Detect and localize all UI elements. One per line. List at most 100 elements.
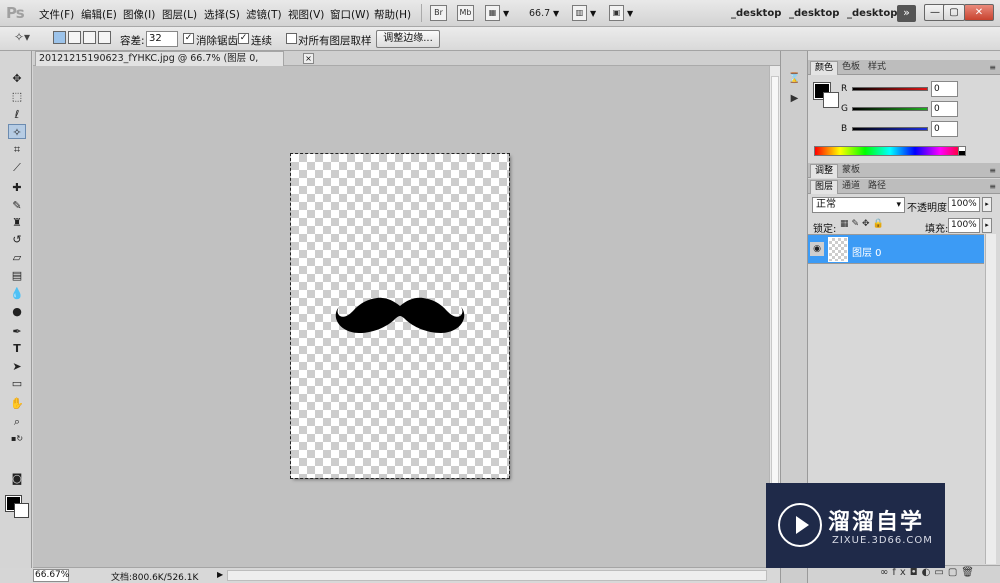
add-selection-icon[interactable] (68, 31, 81, 44)
gradient-tool-icon[interactable]: ▤ (8, 268, 26, 283)
shape-tool-icon[interactable]: ▭ (8, 376, 26, 391)
channel-r-slider[interactable] (852, 87, 928, 91)
intersect-selection-icon[interactable] (98, 31, 111, 44)
channel-b-input[interactable]: 0 (931, 121, 958, 137)
channel-g-slider[interactable] (852, 107, 928, 111)
layer-name[interactable]: 图层 0 (852, 244, 882, 259)
background-color-swatch[interactable] (14, 503, 29, 518)
adjustments-panel-tabs: 调整 蒙板 ≡ (808, 163, 1000, 178)
crop-tool-icon[interactable]: ⌗ (8, 142, 26, 157)
pen-tool-icon[interactable]: ✒ (8, 324, 26, 339)
tab-masks[interactable]: 蒙板 (838, 164, 864, 178)
blend-mode-select[interactable]: 正常 (812, 197, 905, 213)
close-document-icon[interactable]: × (303, 53, 314, 64)
fill-input[interactable]: 100% (948, 218, 980, 233)
contiguous-checkbox[interactable]: ✓ (238, 33, 249, 44)
status-menu-arrow-icon[interactable]: ▶ (217, 570, 223, 579)
chevron-down-icon[interactable]: ▼ (627, 9, 633, 18)
opacity-arrow-icon[interactable]: ▸ (982, 197, 992, 212)
layers-scrollbar[interactable] (985, 234, 996, 564)
tab-swatches[interactable]: 色板 (838, 61, 864, 75)
menu-image[interactable]: 图像(I) (123, 7, 155, 22)
opacity-input[interactable]: 100% (948, 197, 980, 212)
type-tool-icon[interactable]: T (8, 341, 26, 356)
blur-tool-icon[interactable]: 💧 (8, 286, 26, 301)
swap-colors-icon[interactable]: ▪↻ (8, 431, 26, 446)
close-button[interactable]: ✕ (964, 4, 994, 21)
magic-wand-tool-icon[interactable]: ✧ (8, 124, 26, 139)
new-selection-icon[interactable] (53, 31, 66, 44)
quick-mask-icon[interactable]: ◙ (8, 471, 26, 486)
eyedropper-tool-icon[interactable]: ⟋ (8, 160, 26, 175)
menu-help[interactable]: 帮助(H) (374, 7, 411, 22)
document-canvas[interactable] (290, 153, 510, 479)
status-zoom-input[interactable]: 66.67% (33, 569, 69, 582)
workspace-3[interactable]: _desktop (847, 8, 897, 19)
magic-wand-icon[interactable]: ✧▾ (14, 30, 40, 48)
more-workspaces-button[interactable]: » (897, 5, 916, 22)
move-tool-icon[interactable]: ✥ (8, 71, 26, 86)
panel-menu-icon[interactable]: ≡ (989, 63, 996, 72)
eraser-tool-icon[interactable]: ▱ (8, 250, 26, 265)
channel-g-input[interactable]: 0 (931, 101, 958, 117)
menu-edit[interactable]: 编辑(E) (81, 7, 117, 22)
subtract-selection-icon[interactable] (83, 31, 96, 44)
menu-view[interactable]: 视图(V) (288, 7, 324, 22)
eye-icon[interactable]: ◉ (810, 242, 824, 256)
menu-window[interactable]: 窗口(W) (330, 7, 370, 22)
fill-arrow-icon[interactable]: ▸ (982, 218, 992, 233)
history-brush-tool-icon[interactable]: ↺ (8, 232, 26, 247)
antialias-checkbox[interactable]: ✓ (183, 33, 194, 44)
layer-row[interactable]: ◉ 图层 0 (808, 234, 984, 264)
canvas-workarea[interactable] (33, 66, 769, 567)
tab-adjustments[interactable]: 调整 (810, 164, 839, 178)
lock-icons[interactable]: ▦✎✥🔒 (840, 219, 887, 229)
dodge-tool-icon[interactable]: ● (8, 304, 26, 319)
clone-stamp-tool-icon[interactable]: ♜ (8, 215, 26, 230)
chevron-down-icon[interactable]: ▼ (553, 9, 559, 18)
chevron-down-icon[interactable]: ▼ (503, 9, 509, 18)
channel-b-slider[interactable] (852, 127, 928, 131)
document-tab[interactable]: 20121215190623_fYHKC.jpg @ 66.7% (图层 0, … (35, 51, 284, 77)
actions-panel-icon[interactable]: ▶ (786, 91, 803, 107)
view-extras-icon[interactable]: ▦ (485, 5, 500, 21)
watermark-logo: 溜溜自学 ZIXUE.3D66.COM (766, 483, 945, 568)
black-white-swatch[interactable] (958, 146, 966, 156)
hand-tool-icon[interactable]: ✋ (8, 396, 26, 411)
tab-channels[interactable]: 通道 (838, 180, 864, 194)
chevron-down-icon[interactable]: ▼ (590, 9, 596, 18)
menu-layer[interactable]: 图层(L) (162, 7, 197, 22)
arrange-documents-icon[interactable]: ▥ (572, 5, 587, 21)
panel-menu-icon[interactable]: ≡ (989, 182, 996, 191)
path-selection-tool-icon[interactable]: ➤ (8, 359, 26, 374)
color-spectrum-bar[interactable] (814, 146, 966, 156)
tab-layers[interactable]: 图层 (810, 180, 839, 194)
history-panel-icon[interactable]: ⌛ (786, 71, 803, 87)
menu-file[interactable]: 文件(F) (39, 7, 74, 22)
layer-actions-icons[interactable]: ∞fx◘◐▭▢🗑 (880, 567, 978, 578)
screen-mode-icon[interactable]: ▣ (609, 5, 624, 21)
menu-filter[interactable]: 滤镜(T) (246, 7, 282, 22)
zoom-tool-icon[interactable]: ⌕ (8, 414, 26, 429)
marquee-tool-icon[interactable]: ⬚ (8, 89, 26, 104)
sample-all-layers-checkbox[interactable] (286, 33, 297, 44)
menu-select[interactable]: 选择(S) (204, 7, 240, 22)
tab-paths[interactable]: 路径 (864, 180, 890, 194)
refine-edge-button[interactable]: 调整边缘... (376, 30, 440, 48)
workspace-2[interactable]: _desktop (789, 8, 839, 19)
canvas-horizontal-scrollbar[interactable] (227, 570, 767, 581)
workspace-1[interactable]: _desktop (731, 8, 781, 19)
brush-tool-icon[interactable]: ✎ (8, 198, 26, 213)
restore-button[interactable]: ▢ (943, 4, 965, 21)
bridge-button[interactable]: Br (430, 5, 447, 21)
mini-bridge-button[interactable]: Mb (457, 5, 474, 21)
tab-styles[interactable]: 样式 (864, 61, 890, 75)
panel-menu-icon[interactable]: ≡ (989, 166, 996, 175)
tolerance-input[interactable]: 32 (146, 31, 178, 47)
tab-color[interactable]: 颜色 (810, 61, 839, 75)
lasso-tool-icon[interactable]: ℓ (8, 107, 26, 122)
healing-brush-tool-icon[interactable]: ✚ (8, 180, 26, 195)
channel-r-input[interactable]: 0 (931, 81, 958, 97)
color-panel-background[interactable] (823, 92, 839, 108)
zoom-level[interactable]: 66.7 (529, 8, 550, 19)
